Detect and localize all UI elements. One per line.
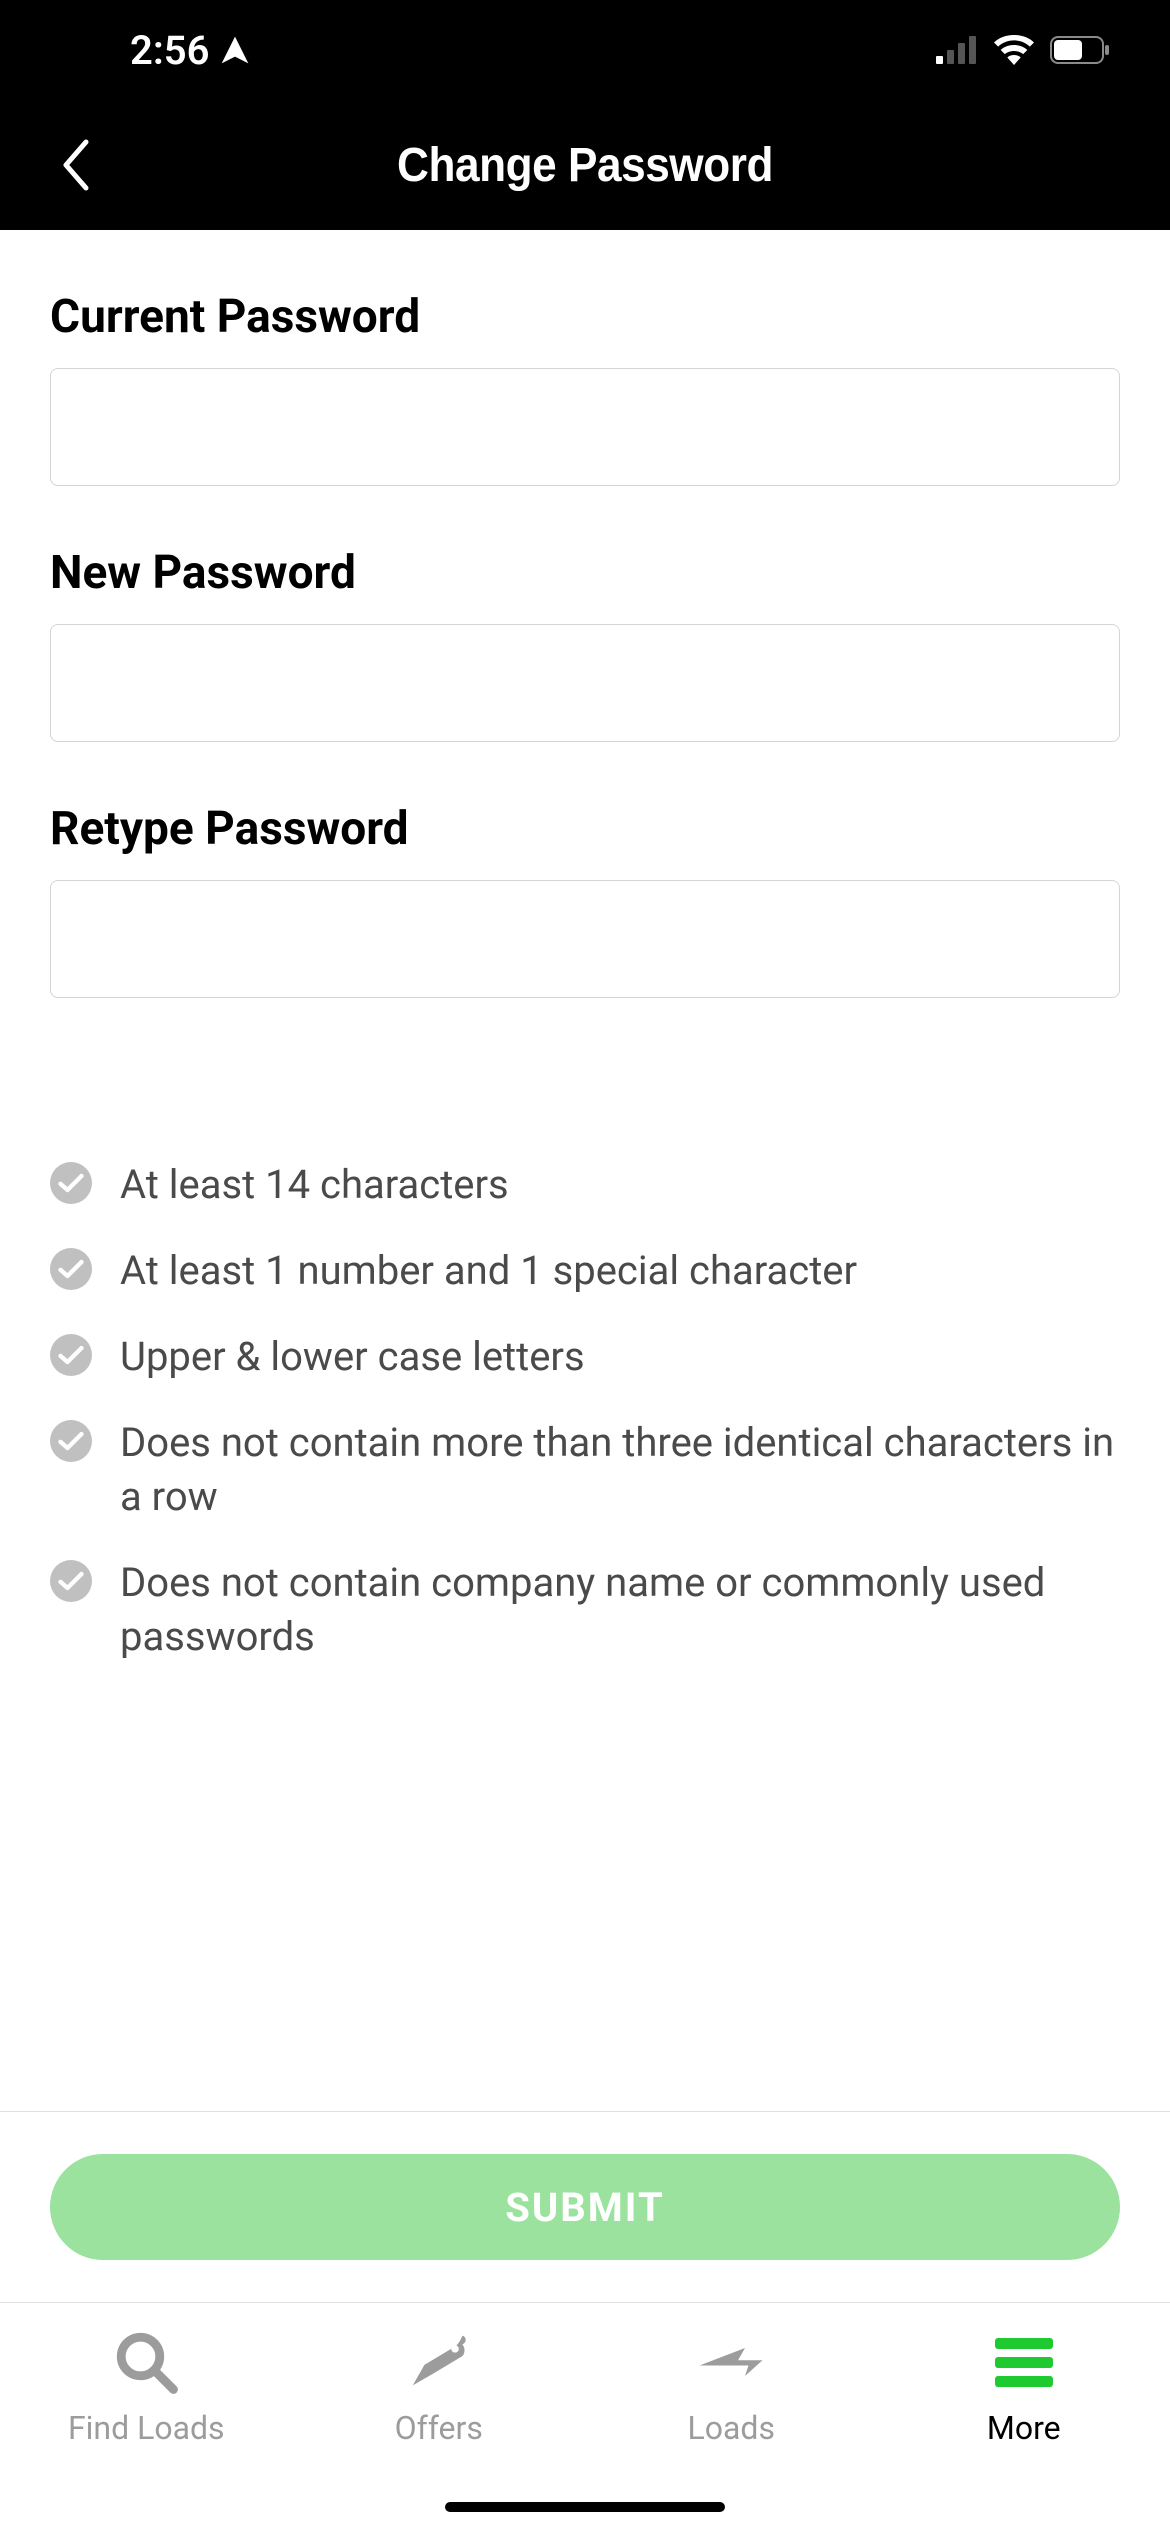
- status-time: 2:56: [130, 27, 251, 74]
- tag-icon: [404, 2327, 474, 2397]
- tab-find-loads[interactable]: Find Loads: [0, 2327, 293, 2532]
- cellular-icon: [936, 36, 978, 64]
- tab-more[interactable]: More: [878, 2327, 1170, 2532]
- rule-text: At least 1 number and 1 special characte…: [120, 1244, 857, 1298]
- current-password-label: Current Password: [50, 290, 1120, 344]
- retype-password-label: Retype Password: [50, 802, 1120, 856]
- rule-item: Does not contain more than three identic…: [50, 1416, 1120, 1524]
- rule-item: At least 14 characters: [50, 1158, 1120, 1212]
- rule-text: At least 14 characters: [120, 1158, 509, 1212]
- tab-label: Loads: [688, 2409, 775, 2447]
- wifi-icon: [994, 35, 1034, 65]
- home-indicator[interactable]: [445, 2502, 725, 2512]
- tab-label: Offers: [395, 2409, 483, 2447]
- arrow-icon: [696, 2327, 766, 2397]
- tab-label: Find Loads: [68, 2409, 225, 2447]
- rule-text: Upper & lower case letters: [120, 1330, 585, 1384]
- check-circle-icon: [50, 1560, 92, 1602]
- location-icon: [219, 34, 251, 66]
- new-password-group: New Password: [50, 546, 1120, 742]
- check-circle-icon: [50, 1334, 92, 1376]
- rule-item: Does not contain company name or commonl…: [50, 1556, 1120, 1664]
- tab-label: More: [987, 2409, 1061, 2447]
- submit-button[interactable]: SUBMIT: [50, 2154, 1120, 2260]
- new-password-input[interactable]: [50, 624, 1120, 742]
- retype-password-group: Retype Password: [50, 802, 1120, 998]
- content: Current Password New Password Retype Pas…: [0, 230, 1170, 2111]
- tab-bar: Find Loads Offers Loads More: [0, 2302, 1170, 2532]
- status-icons: [936, 35, 1110, 65]
- retype-password-input[interactable]: [50, 880, 1120, 998]
- check-circle-icon: [50, 1162, 92, 1204]
- check-circle-icon: [50, 1248, 92, 1290]
- rule-item: Upper & lower case letters: [50, 1330, 1120, 1384]
- password-rules: At least 14 characters At least 1 number…: [50, 1158, 1120, 1664]
- current-password-input[interactable]: [50, 368, 1120, 486]
- submit-container: SUBMIT: [0, 2111, 1170, 2302]
- page-title: Change Password: [47, 138, 1123, 193]
- menu-icon: [989, 2327, 1059, 2397]
- check-circle-icon: [50, 1420, 92, 1462]
- search-icon: [111, 2327, 181, 2397]
- rule-item: At least 1 number and 1 special characte…: [50, 1244, 1120, 1298]
- rule-text: Does not contain company name or commonl…: [120, 1556, 1120, 1664]
- time-text: 2:56: [130, 27, 209, 74]
- new-password-label: New Password: [50, 546, 1120, 600]
- nav-header: Change Password: [0, 100, 1170, 230]
- battery-icon: [1050, 36, 1110, 64]
- rule-text: Does not contain more than three identic…: [120, 1416, 1120, 1524]
- current-password-group: Current Password: [50, 290, 1120, 486]
- status-bar: 2:56: [0, 0, 1170, 100]
